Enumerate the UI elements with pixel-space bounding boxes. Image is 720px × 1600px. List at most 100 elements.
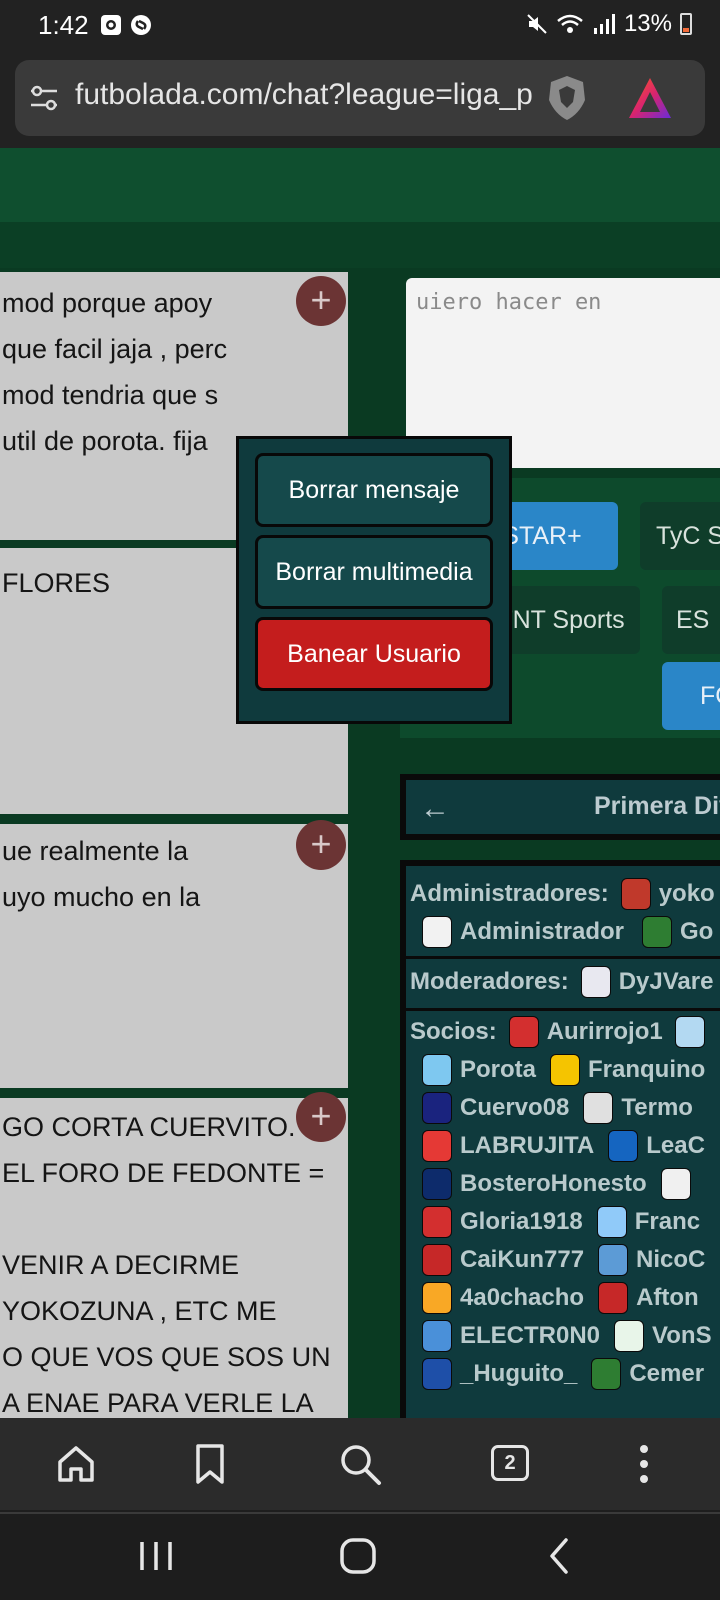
socios-row: Porota Franquino bbox=[410, 1052, 705, 1088]
message-add-button[interactable]: + bbox=[296, 820, 346, 870]
message-add-button[interactable]: + bbox=[296, 1092, 346, 1142]
channel-fox[interactable]: FO bbox=[662, 662, 720, 730]
team-badge-icon bbox=[422, 1092, 452, 1124]
team-badge-icon bbox=[422, 1358, 452, 1390]
brave-rewards-icon[interactable] bbox=[627, 76, 673, 120]
home-icon[interactable] bbox=[54, 1442, 98, 1486]
delete-media-button[interactable]: Borrar multimedia bbox=[255, 535, 493, 609]
team-badge-icon bbox=[620, 878, 651, 910]
user-name[interactable]: yoko bbox=[659, 880, 715, 908]
league-title: Primera Div bbox=[594, 792, 720, 820]
team-badge-icon bbox=[598, 1282, 629, 1314]
user-name[interactable]: LeaC bbox=[646, 1132, 705, 1160]
user-name[interactable]: 4a0chacho bbox=[460, 1284, 584, 1312]
user-name[interactable]: Aurirrojo1 bbox=[547, 1018, 663, 1046]
user-name[interactable]: _Huguito_ bbox=[460, 1360, 577, 1388]
user-name[interactable]: VonS bbox=[652, 1322, 712, 1350]
user-name[interactable]: Afton bbox=[636, 1284, 699, 1312]
user-name[interactable]: ELECTR0N0 bbox=[460, 1322, 600, 1350]
url-text[interactable]: futbolada.com/chat?league=liga_p bbox=[75, 78, 545, 112]
tabs-button[interactable]: 2 bbox=[491, 1445, 529, 1481]
divider bbox=[406, 1008, 720, 1011]
more-options-icon[interactable] bbox=[622, 1442, 666, 1486]
status-indicators: 13% bbox=[526, 10, 692, 38]
team-badge-icon bbox=[580, 966, 611, 998]
team-badge-icon bbox=[422, 1320, 452, 1352]
home-nav-icon[interactable] bbox=[338, 1536, 378, 1576]
site-header bbox=[0, 148, 720, 222]
user-name[interactable]: CaiKun777 bbox=[460, 1246, 584, 1274]
browser-toolbar: 2 bbox=[0, 1418, 720, 1510]
user-name[interactable]: Gloria1918 bbox=[460, 1208, 583, 1236]
team-badge-icon bbox=[591, 1358, 622, 1390]
mods-row: Moderadores: DyJVare bbox=[410, 964, 713, 1000]
team-badge-icon bbox=[422, 1054, 452, 1086]
socios-row: Gloria1918 Franc bbox=[410, 1204, 700, 1240]
user-name[interactable]: BosteroHonesto bbox=[460, 1170, 647, 1198]
team-badge-icon bbox=[508, 1016, 539, 1048]
team-badge-icon bbox=[422, 1282, 452, 1314]
team-badge-icon bbox=[642, 916, 673, 948]
user-name[interactable]: DyJVare bbox=[619, 968, 714, 996]
team-badge-icon bbox=[422, 1244, 452, 1276]
user-name[interactable]: Termo bbox=[621, 1094, 693, 1122]
user-name[interactable]: Franc bbox=[635, 1208, 700, 1236]
league-header: ← Primera Div bbox=[400, 774, 720, 840]
user-name[interactable]: Cuervo08 bbox=[460, 1094, 569, 1122]
search-icon[interactable] bbox=[338, 1442, 382, 1486]
socios-label: Socios: bbox=[410, 1018, 497, 1045]
message-input-placeholder: uiero hacer en bbox=[416, 290, 602, 315]
team-badge-icon bbox=[422, 1130, 452, 1162]
team-badge-icon bbox=[674, 1016, 705, 1048]
address-bar[interactable]: futbolada.com/chat?league=liga_p bbox=[15, 60, 705, 136]
site-subheader bbox=[0, 222, 720, 268]
ban-user-button[interactable]: Banear Usuario bbox=[255, 617, 493, 691]
mods-label: Moderadores: bbox=[410, 968, 569, 995]
recent-apps-icon[interactable] bbox=[136, 1538, 176, 1574]
back-arrow-icon[interactable]: ← bbox=[420, 792, 450, 826]
browser-address-area: futbolada.com/chat?league=liga_p bbox=[0, 52, 720, 148]
socios-row: CaiKun777 NicoC bbox=[410, 1242, 705, 1278]
shazam-notification-icon bbox=[131, 15, 151, 35]
site-settings-icon[interactable] bbox=[29, 84, 59, 112]
team-badge-icon bbox=[422, 1168, 452, 1200]
system-navigation-bar bbox=[0, 1512, 720, 1600]
socios-row: _Huguito_ Cemer bbox=[410, 1356, 704, 1392]
brave-shields-icon[interactable] bbox=[545, 74, 589, 122]
screenshot-notification-icon bbox=[101, 15, 121, 35]
team-badge-icon bbox=[614, 1320, 645, 1352]
bookmark-icon[interactable] bbox=[188, 1442, 232, 1486]
user-name[interactable]: Administrador bbox=[460, 918, 624, 946]
admins-row: Administradores: yoko bbox=[410, 876, 715, 912]
user-name[interactable]: NicoC bbox=[636, 1246, 705, 1274]
user-name[interactable]: Go bbox=[680, 918, 713, 946]
channel-espn[interactable]: ES bbox=[662, 586, 720, 654]
status-time: 1:42 bbox=[38, 10, 89, 40]
user-name[interactable]: Franquino bbox=[588, 1056, 705, 1084]
socios-row: 4a0chacho Afton bbox=[410, 1280, 699, 1316]
status-bar: 1:42 13% bbox=[0, 0, 720, 52]
message-add-button[interactable]: + bbox=[296, 276, 346, 326]
chat-message[interactable]: GO CORTA CUERVITO. EL FORO DE FEDONTE = … bbox=[0, 1098, 348, 1418]
chat-message[interactable]: ue realmente la uyo mucho en la bbox=[0, 824, 348, 1088]
web-page: mod porque apoy que facil jaja , perc mo… bbox=[0, 148, 720, 1418]
team-badge-icon bbox=[422, 916, 452, 948]
socios-row: Cuervo08 Termo bbox=[410, 1090, 693, 1126]
delete-message-button[interactable]: Borrar mensaje bbox=[255, 453, 493, 527]
user-name[interactable]: Porota bbox=[460, 1056, 536, 1084]
mute-icon bbox=[527, 14, 547, 34]
user-name[interactable]: LABRUJITA bbox=[460, 1132, 594, 1160]
channel-tyc-sports[interactable]: TyC S bbox=[640, 502, 720, 570]
online-users-panel: Administradores: yoko Administrador Go M… bbox=[400, 860, 720, 1418]
socios-row: LABRUJITA LeaC bbox=[410, 1128, 705, 1164]
admins-label: Administradores: bbox=[410, 880, 609, 907]
back-nav-icon[interactable] bbox=[544, 1536, 574, 1576]
wifi-icon bbox=[557, 14, 583, 33]
team-badge-icon bbox=[550, 1054, 581, 1086]
message-context-menu: Borrar mensaje Borrar multimedia Banear … bbox=[236, 436, 512, 724]
user-name[interactable]: Cemer bbox=[629, 1360, 704, 1388]
admins-row: Administrador Go bbox=[410, 914, 713, 950]
socios-row: Socios: Aurirrojo1 bbox=[410, 1014, 713, 1050]
team-badge-icon bbox=[583, 1092, 614, 1124]
team-badge-icon bbox=[660, 1168, 691, 1200]
